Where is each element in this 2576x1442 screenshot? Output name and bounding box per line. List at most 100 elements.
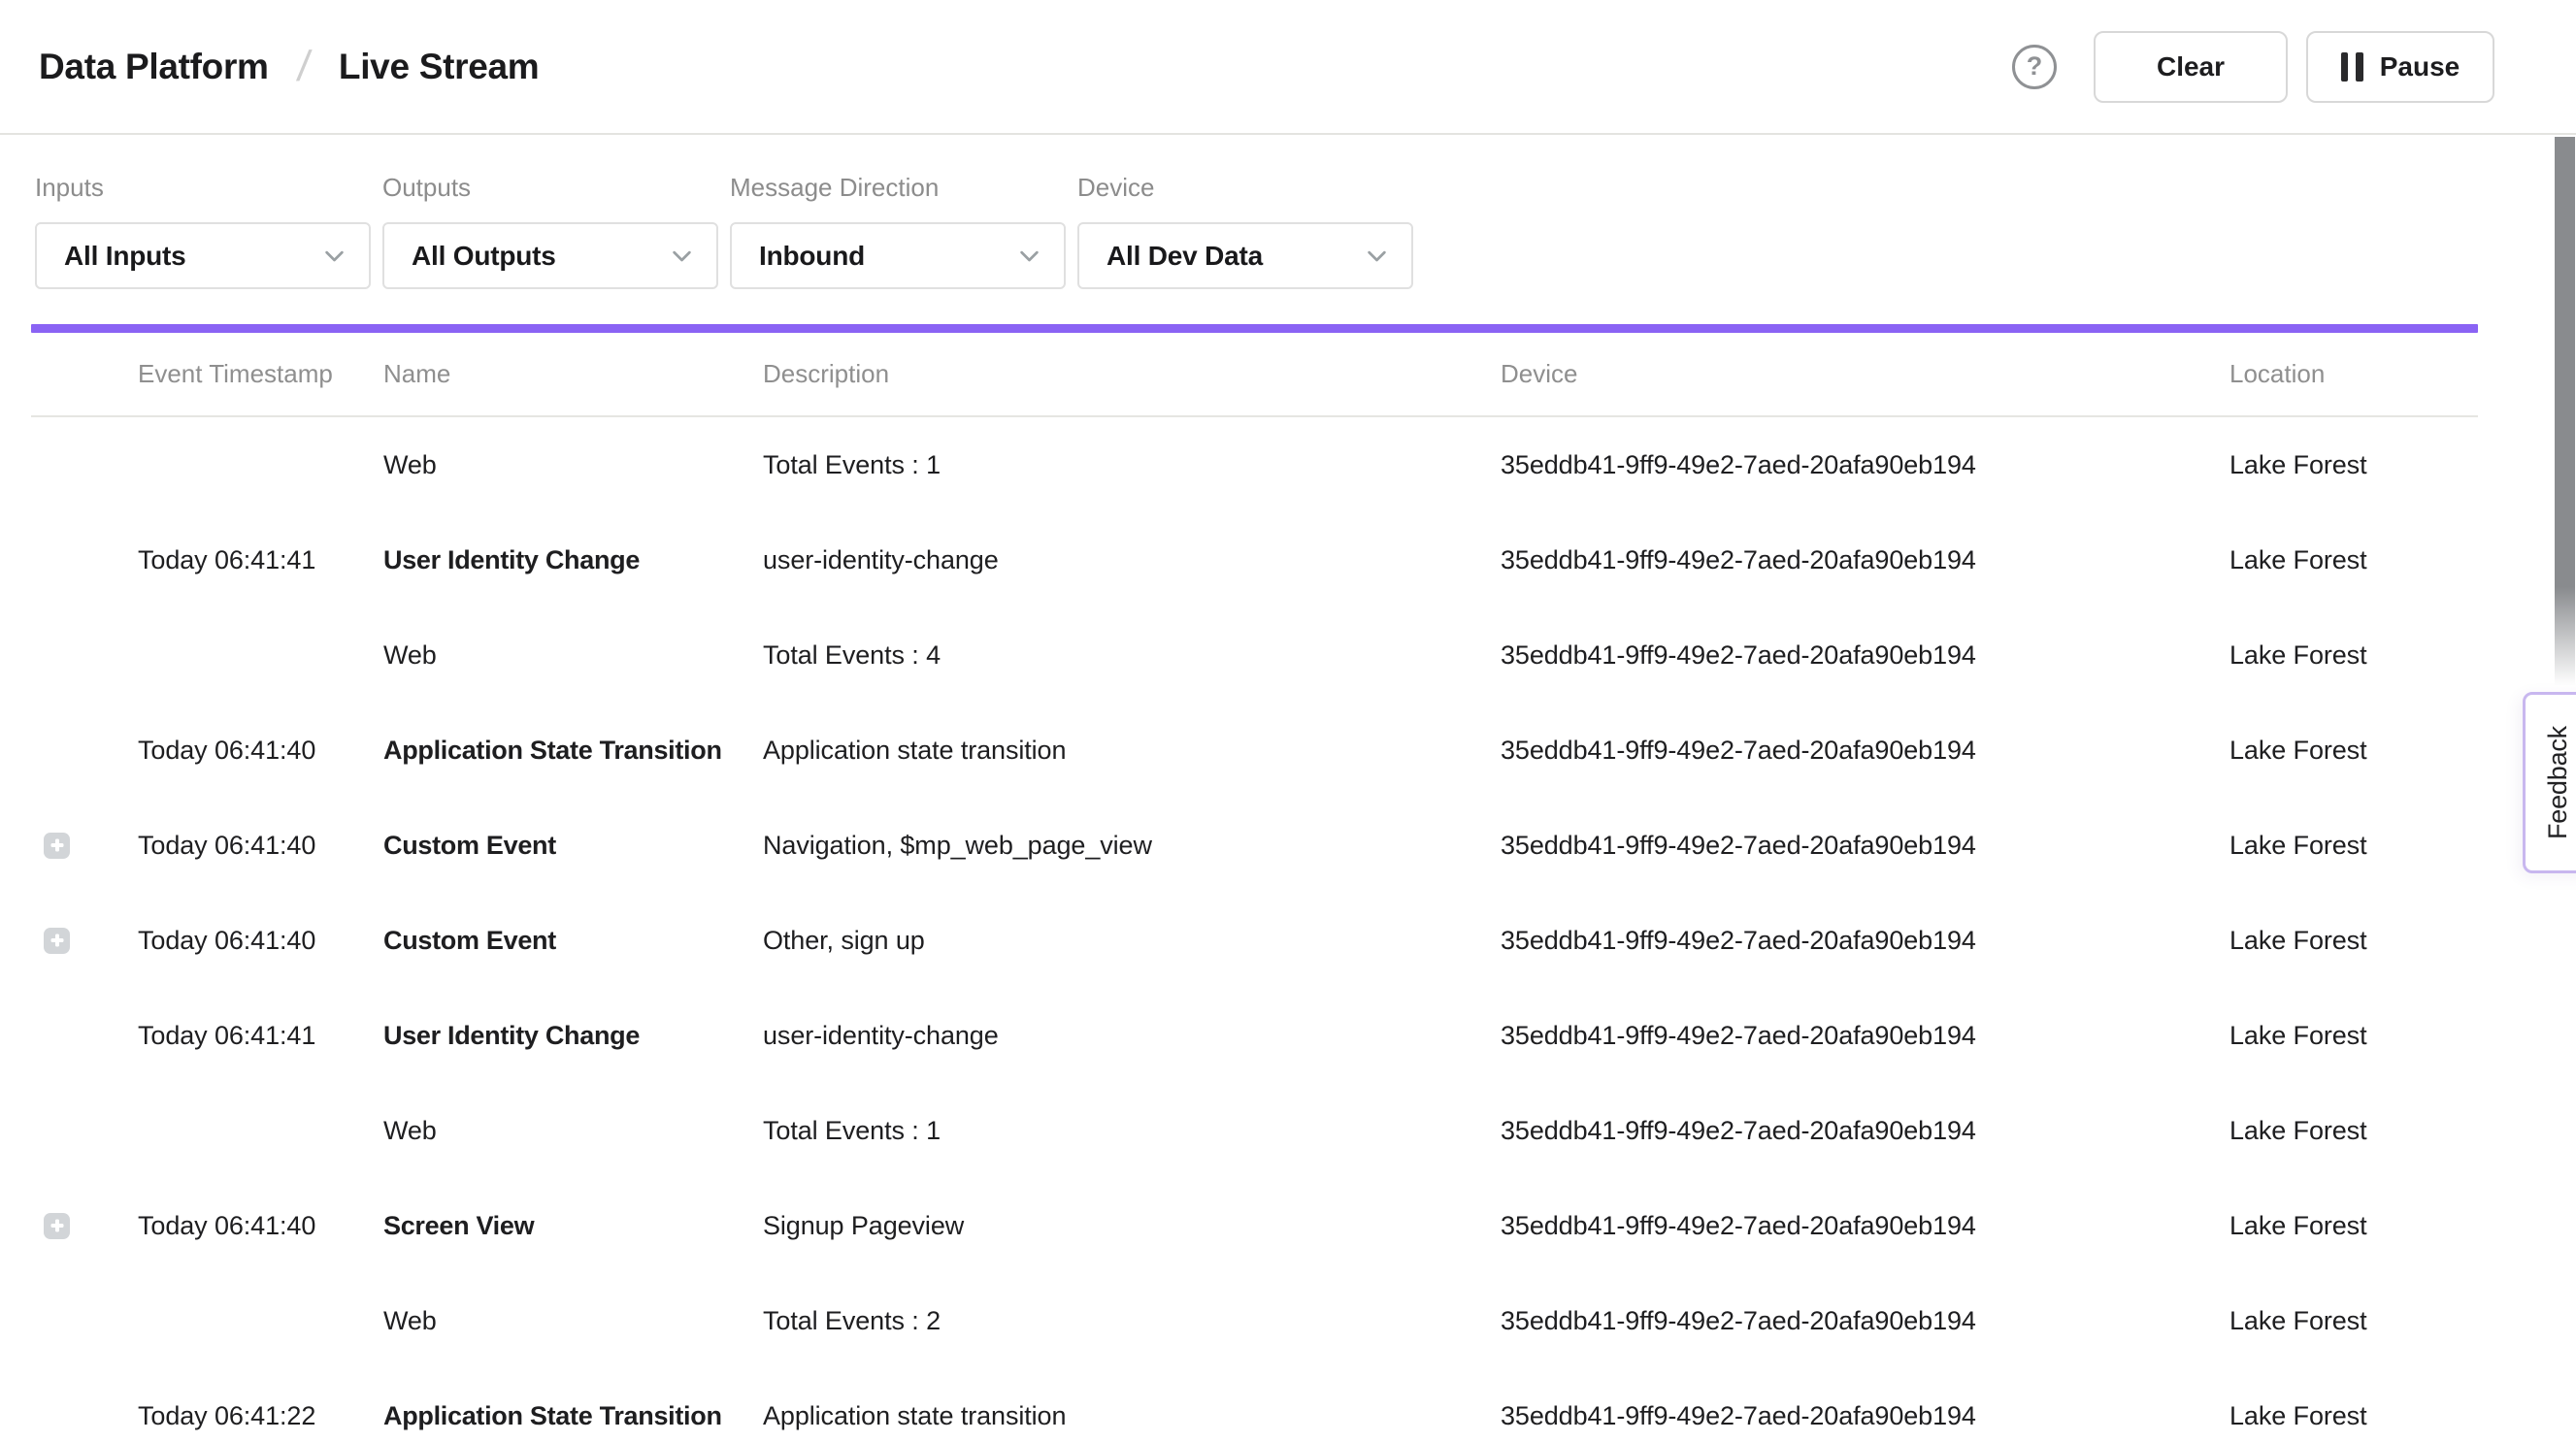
filter-dropdown[interactable]: All Inputs bbox=[35, 222, 371, 289]
filter-label: Device bbox=[1077, 173, 1413, 203]
cell-device: 35eddb41-9ff9-49e2-7aed-20afa90eb194 bbox=[1501, 1116, 2229, 1146]
cell-name: Application State Transition bbox=[383, 736, 763, 766]
cell-expand bbox=[31, 833, 138, 859]
filter-group: Outputs All Outputs bbox=[382, 173, 718, 289]
cell-event-timestamp: Today 06:41:40 bbox=[138, 926, 383, 956]
column-header: Description bbox=[763, 359, 1501, 389]
help-icon[interactable]: ? bbox=[2012, 45, 2057, 89]
cell-name: Web bbox=[383, 450, 763, 480]
cell-description: Application state transition bbox=[763, 736, 1501, 766]
chevron-down-icon bbox=[1016, 243, 1042, 269]
cell-device: 35eddb41-9ff9-49e2-7aed-20afa90eb194 bbox=[1501, 736, 2229, 766]
pause-button-label: Pause bbox=[2380, 51, 2460, 82]
cell-description: Total Events : 2 bbox=[763, 1306, 1501, 1336]
cell-device: 35eddb41-9ff9-49e2-7aed-20afa90eb194 bbox=[1501, 831, 2229, 861]
cell-name: Screen View bbox=[383, 1211, 763, 1241]
filter-dropdown[interactable]: All Dev Data bbox=[1077, 222, 1413, 289]
filter-label: Inputs bbox=[35, 173, 371, 203]
cell-name: User Identity Change bbox=[383, 545, 763, 575]
cell-device: 35eddb41-9ff9-49e2-7aed-20afa90eb194 bbox=[1501, 545, 2229, 575]
cell-description: Signup Pageview bbox=[763, 1211, 1501, 1241]
cell-description: user-identity-change bbox=[763, 545, 1501, 575]
page-title: Live Stream bbox=[339, 47, 539, 87]
filter-group: Message Direction Inbound bbox=[730, 173, 1066, 289]
cell-device: 35eddb41-9ff9-49e2-7aed-20afa90eb194 bbox=[1501, 1211, 2229, 1241]
cell-description: Other, sign up bbox=[763, 926, 1501, 956]
table-row[interactable]: Web Total Events : 1 35eddb41-9ff9-49e2-… bbox=[31, 1083, 2478, 1178]
cell-location: Lake Forest bbox=[2229, 640, 2478, 671]
expand-plus-icon[interactable] bbox=[44, 928, 70, 954]
cell-device: 35eddb41-9ff9-49e2-7aed-20afa90eb194 bbox=[1501, 450, 2229, 480]
filter-selected-value: Inbound bbox=[759, 241, 865, 272]
pause-button[interactable]: Pause bbox=[2306, 31, 2494, 103]
filter-selected-value: All Inputs bbox=[64, 241, 186, 272]
help-icon-glyph: ? bbox=[2027, 51, 2043, 82]
filter-selected-value: All Outputs bbox=[412, 241, 556, 272]
cell-name: Custom Event bbox=[383, 831, 763, 861]
filter-dropdown[interactable]: Inbound bbox=[730, 222, 1066, 289]
cell-name: Custom Event bbox=[383, 926, 763, 956]
table-row[interactable]: Today 06:41:41 User Identity Change user… bbox=[31, 512, 2478, 607]
cell-location: Lake Forest bbox=[2229, 1401, 2478, 1431]
cell-location: Lake Forest bbox=[2229, 736, 2478, 766]
scrollbar-thumb[interactable] bbox=[2555, 137, 2575, 686]
table-row[interactable]: Web Total Events : 4 35eddb41-9ff9-49e2-… bbox=[31, 607, 2478, 703]
table-row[interactable]: Web Total Events : 1 35eddb41-9ff9-49e2-… bbox=[31, 417, 2478, 512]
cell-location: Lake Forest bbox=[2229, 1306, 2478, 1336]
cell-event-timestamp: Today 06:41:40 bbox=[138, 831, 383, 861]
cell-event-timestamp: Today 06:41:41 bbox=[138, 545, 383, 575]
header-actions: ? Clear Pause bbox=[2012, 31, 2494, 103]
cell-location: Lake Forest bbox=[2229, 831, 2478, 861]
cell-device: 35eddb41-9ff9-49e2-7aed-20afa90eb194 bbox=[1501, 640, 2229, 671]
filter-selected-value: All Dev Data bbox=[1106, 241, 1263, 272]
cell-event-timestamp: Today 06:41:41 bbox=[138, 1021, 383, 1051]
feedback-tab-label: Feedback bbox=[2543, 726, 2573, 839]
cell-device: 35eddb41-9ff9-49e2-7aed-20afa90eb194 bbox=[1501, 1401, 2229, 1431]
cell-name: Application State Transition bbox=[383, 1401, 763, 1431]
cell-description: Total Events : 1 bbox=[763, 450, 1501, 480]
cell-description: Total Events : 1 bbox=[763, 1116, 1501, 1146]
breadcrumb-section[interactable]: Data Platform bbox=[39, 47, 269, 87]
cell-location: Lake Forest bbox=[2229, 1021, 2478, 1051]
table-header-row: Event TimestampNameDescriptionDeviceLoca… bbox=[31, 333, 2478, 417]
feedback-tab[interactable]: Feedback bbox=[2523, 692, 2576, 873]
expand-plus-icon[interactable] bbox=[44, 1213, 70, 1239]
table-row[interactable]: Today 06:41:22 Application State Transit… bbox=[31, 1368, 2478, 1442]
event-stream-table: Event TimestampNameDescriptionDeviceLoca… bbox=[31, 333, 2478, 1442]
table-row[interactable]: Today 06:41:41 User Identity Change user… bbox=[31, 988, 2478, 1083]
table-row[interactable]: Web Total Events : 2 35eddb41-9ff9-49e2-… bbox=[31, 1273, 2478, 1368]
cell-event-timestamp: Today 06:41:40 bbox=[138, 1211, 383, 1241]
filter-dropdown[interactable]: All Outputs bbox=[382, 222, 718, 289]
chevron-down-icon bbox=[321, 243, 347, 269]
cell-location: Lake Forest bbox=[2229, 1211, 2478, 1241]
breadcrumb-separator: / bbox=[294, 43, 313, 91]
table-row[interactable]: Today 06:41:40 Application State Transit… bbox=[31, 703, 2478, 798]
cell-name: User Identity Change bbox=[383, 1021, 763, 1051]
table-row[interactable]: Today 06:41:40 Screen View Signup Pagevi… bbox=[31, 1178, 2478, 1273]
table-row[interactable]: Today 06:41:40 Custom Event Other, sign … bbox=[31, 893, 2478, 988]
cell-description: Application state transition bbox=[763, 1401, 1501, 1431]
chevron-down-icon bbox=[669, 243, 695, 269]
filter-group: Inputs All Inputs bbox=[35, 173, 371, 289]
cell-name: Web bbox=[383, 1306, 763, 1336]
breadcrumb: Data Platform / Live Stream bbox=[39, 43, 539, 91]
cell-location: Lake Forest bbox=[2229, 1116, 2478, 1146]
live-stream-progress-bar bbox=[31, 324, 2478, 333]
cell-expand bbox=[31, 928, 138, 954]
cell-name: Web bbox=[383, 640, 763, 671]
chevron-down-icon bbox=[1364, 243, 1390, 269]
expand-plus-icon[interactable] bbox=[44, 833, 70, 859]
clear-button[interactable]: Clear bbox=[2094, 31, 2288, 103]
cell-location: Lake Forest bbox=[2229, 545, 2478, 575]
app-header: Data Platform / Live Stream ? Clear Paus… bbox=[0, 0, 2576, 135]
cell-description: user-identity-change bbox=[763, 1021, 1501, 1051]
filters-bar: Inputs All Inputs Outputs All Outputs Me… bbox=[0, 135, 2576, 289]
filter-label: Outputs bbox=[382, 173, 718, 203]
cell-name: Web bbox=[383, 1116, 763, 1146]
cell-location: Lake Forest bbox=[2229, 450, 2478, 480]
cell-device: 35eddb41-9ff9-49e2-7aed-20afa90eb194 bbox=[1501, 926, 2229, 956]
cell-event-timestamp: Today 06:41:40 bbox=[138, 736, 383, 766]
cell-event-timestamp: Today 06:41:22 bbox=[138, 1401, 383, 1431]
column-header: Location bbox=[2229, 359, 2478, 389]
table-row[interactable]: Today 06:41:40 Custom Event Navigation, … bbox=[31, 798, 2478, 893]
